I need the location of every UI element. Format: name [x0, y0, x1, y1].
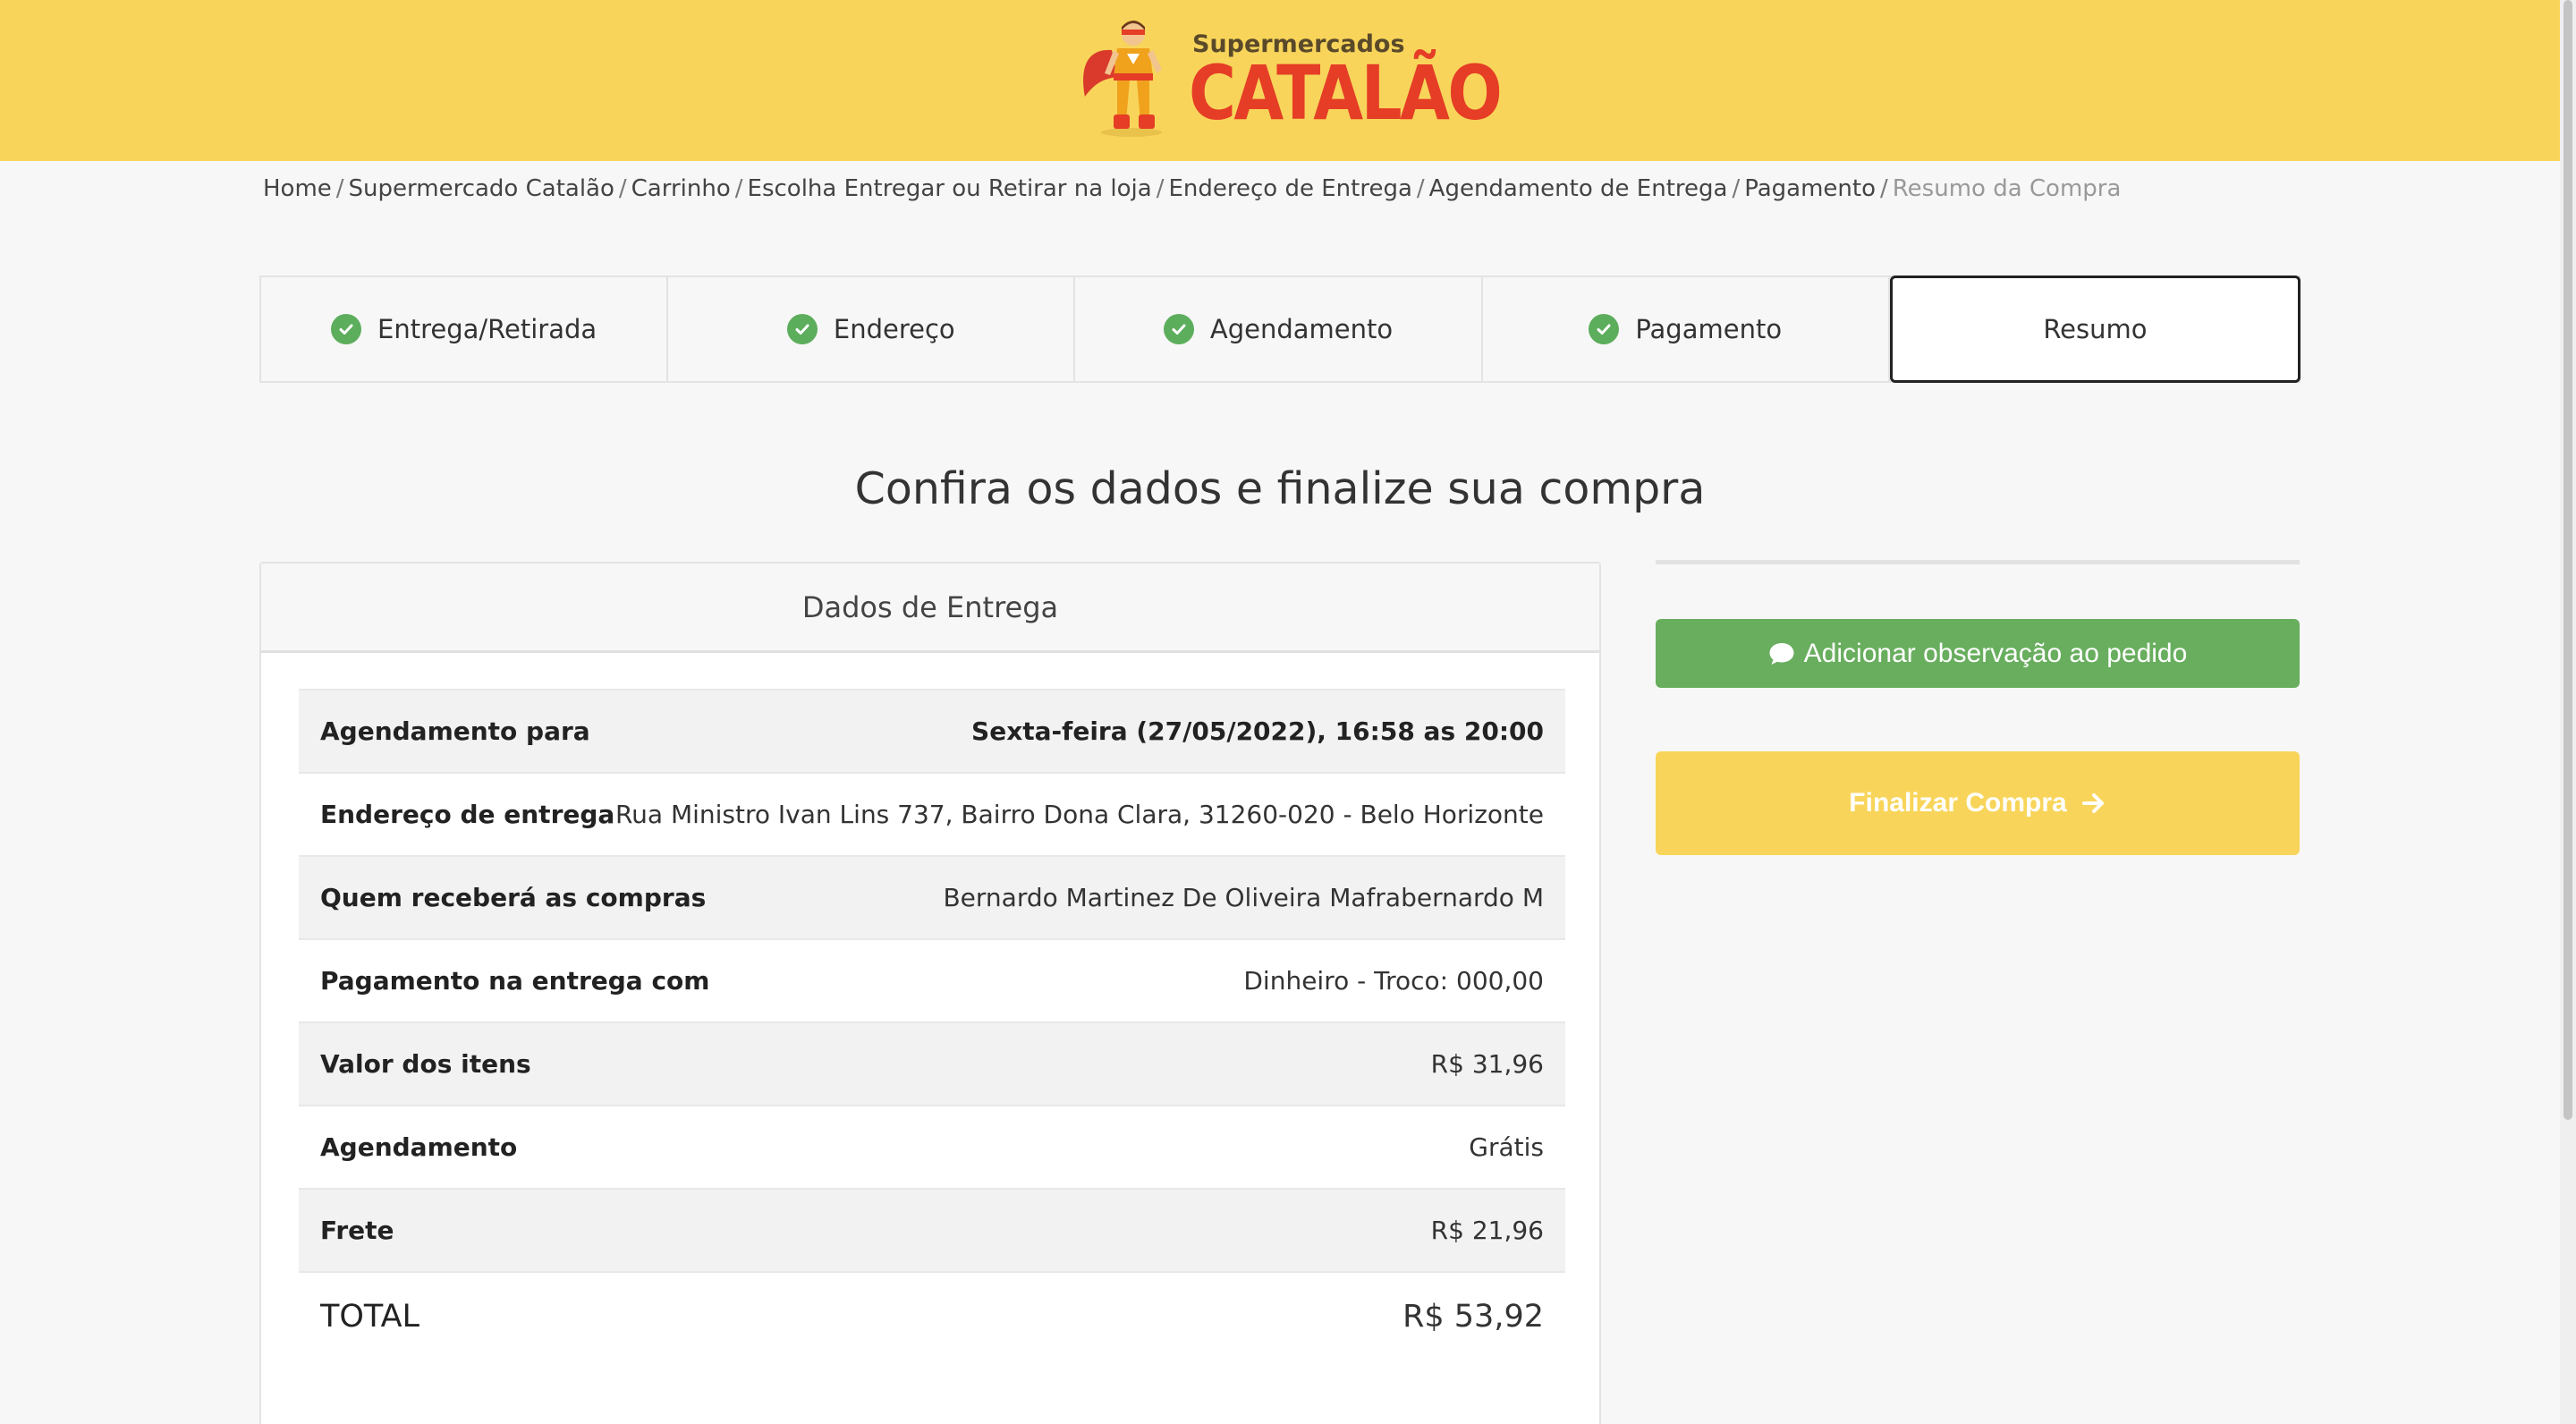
row-label: Agendamento para: [320, 716, 590, 746]
breadcrumb: Home / Supermercado Catalão / Carrinho / Escol…: [263, 175, 2121, 202]
step-summary[interactable]: Resumo: [1889, 275, 2301, 383]
breadcrumb-link-payment[interactable]: Pagamento: [1744, 175, 1876, 202]
breadcrumb-separator: /: [335, 175, 344, 202]
breadcrumb-link-address[interactable]: Endereço de Entrega: [1168, 175, 1411, 202]
row-label: Quem receberá as compras: [320, 883, 707, 912]
breadcrumb-separator: /: [1880, 175, 1888, 202]
logo-title: CATALÃO: [1189, 49, 1503, 137]
check-circle-icon: [786, 314, 818, 344]
row-label: Frete: [320, 1216, 394, 1245]
site-header: Supermercados CATALÃO: [0, 0, 2560, 161]
breadcrumb-link-delivery-choice[interactable]: Escolha Entregar ou Retirar na loja: [748, 175, 1152, 202]
breadcrumb-separator: /: [1416, 175, 1425, 202]
breadcrumb-link-store[interactable]: Supermercado Catalão: [349, 175, 614, 202]
total-value: R$ 53,92: [1402, 1299, 1544, 1335]
delivery-details-card: Dados de Entrega Agendamento para Sexta-…: [259, 562, 1601, 1424]
breadcrumb-separator: /: [618, 175, 627, 202]
table-row: Quem receberá as compras Bernardo Martin…: [299, 855, 1565, 938]
row-value: Rua Ministro Ivan Lins 737, Bairro Dona …: [614, 800, 1544, 829]
step-address[interactable]: Endereço: [668, 277, 1076, 381]
page-title: Confira os dados e finalize sua compra: [854, 463, 1706, 514]
finalize-purchase-button[interactable]: Finalizar Compra: [1656, 751, 2300, 855]
card-title: Dados de Entrega: [261, 564, 1599, 653]
total-row: TOTAL R$ 53,92: [299, 1271, 1565, 1360]
table-row: Agendamento Grátis: [299, 1105, 1565, 1188]
comment-icon: [1769, 642, 1794, 665]
breadcrumb-link-home[interactable]: Home: [263, 175, 332, 202]
step-delivery-pickup[interactable]: Entrega/Retirada: [261, 277, 669, 381]
checkout-steps: Entrega/Retirada Endereço Agendamento Pa…: [259, 275, 2301, 383]
table-row: Pagamento na entrega com Dinheiro - Troc…: [299, 938, 1565, 1021]
superhero-mascot-icon: [1083, 21, 1162, 137]
table-row: Endereço de entrega Rua Ministro Ivan Li…: [299, 772, 1565, 855]
row-value: Dinheiro - Troco: 000,00: [1243, 966, 1544, 996]
divider: [1656, 560, 2300, 564]
row-value: R$ 31,96: [1430, 1049, 1544, 1079]
delivery-details-table: Agendamento para Sexta-feira (27/05/2022…: [299, 689, 1565, 1360]
breadcrumb-separator: /: [1156, 175, 1165, 202]
row-value: Sexta-feira (27/05/2022), 16:58 as 20:00: [971, 716, 1544, 746]
breadcrumb-separator: /: [734, 175, 743, 202]
check-circle-icon: [1163, 314, 1194, 344]
table-row: Valor dos itens R$ 31,96: [299, 1021, 1565, 1105]
finalize-label: Finalizar Compra: [1849, 788, 2067, 818]
row-label: Endereço de entrega: [320, 800, 615, 829]
row-label: Pagamento na entrega com: [320, 966, 710, 996]
check-circle-icon: [1589, 314, 1620, 344]
row-label: Agendamento: [320, 1132, 518, 1162]
breadcrumb-link-schedule[interactable]: Agendamento de Entrega: [1429, 175, 1728, 202]
total-label: TOTAL: [320, 1299, 420, 1335]
check-circle-icon: [331, 314, 362, 344]
breadcrumb-current: Resumo da Compra: [1892, 175, 2122, 202]
step-label: Pagamento: [1635, 314, 1783, 344]
row-value: Grátis: [1469, 1132, 1544, 1162]
add-note-button[interactable]: Adicionar observação ao pedido: [1656, 619, 2300, 688]
breadcrumb-link-cart[interactable]: Carrinho: [631, 175, 731, 202]
row-label: Valor dos itens: [320, 1049, 531, 1079]
step-label: Endereço: [833, 314, 955, 344]
step-payment[interactable]: Pagamento: [1483, 277, 1890, 381]
scrollbar-thumb[interactable]: [2563, 0, 2572, 1120]
table-row: Frete R$ 21,96: [299, 1188, 1565, 1271]
step-schedule[interactable]: Agendamento: [1075, 277, 1483, 381]
step-label: Resumo: [2043, 314, 2148, 344]
arrow-right-icon: [2081, 793, 2104, 813]
step-label: Agendamento: [1209, 314, 1394, 344]
breadcrumb-separator: /: [1732, 175, 1741, 202]
step-label: Entrega/Retirada: [377, 314, 597, 344]
row-value: Bernardo Martinez De Oliveira Mafraberna…: [943, 883, 1544, 912]
store-logo[interactable]: Supermercados CATALÃO: [1078, 14, 1503, 138]
add-note-label: Adicionar observação ao pedido: [1803, 638, 2188, 668]
row-value: R$ 21,96: [1430, 1216, 1544, 1245]
table-row: Agendamento para Sexta-feira (27/05/2022…: [299, 689, 1565, 772]
